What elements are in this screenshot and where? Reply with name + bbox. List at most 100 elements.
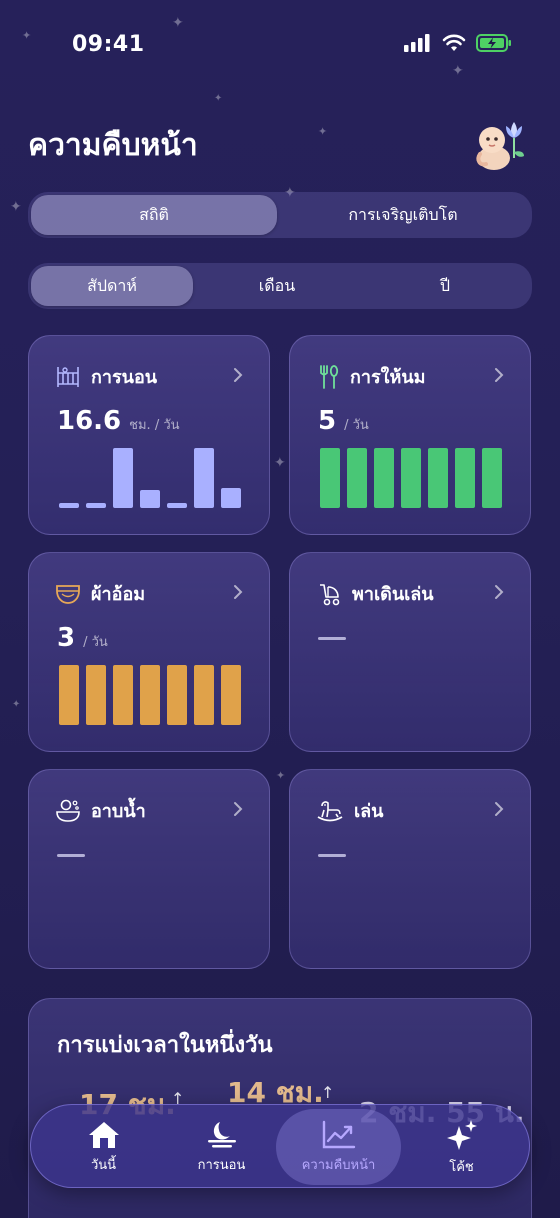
bottom-tab-bar: วันนี้ การนอน ความคืบหน้า โค้ช: [30, 1104, 530, 1188]
bath-card-header: อาบน้ำ: [55, 796, 146, 825]
battery-charging-icon: [476, 34, 511, 52]
chart-bar: [167, 503, 187, 508]
tab-progress[interactable]: ความคืบหน้า: [276, 1109, 401, 1185]
chart-bar: [221, 665, 241, 725]
bath-card[interactable]: อาบน้ำ: [28, 769, 270, 969]
chart-bar: [86, 665, 106, 725]
chart-bar: [401, 448, 421, 508]
diaper-unit: / วัน: [83, 635, 108, 650]
diaper-card-title: ผ้าอ้อม: [91, 584, 146, 605]
tab-coach[interactable]: โค้ช: [399, 1105, 524, 1189]
tab-month[interactable]: เดือน: [193, 266, 361, 306]
chart-bar: [140, 490, 160, 508]
sleep-card-title: การนอน: [91, 367, 158, 388]
chevron-right-icon: [495, 802, 504, 816]
chart-bar: [221, 488, 241, 508]
chart-icon: [322, 1120, 355, 1148]
diaper-card-header: ผ้าอ้อม: [55, 579, 145, 608]
chevron-right-icon: [495, 368, 504, 382]
star-decoration: ✦: [276, 769, 286, 782]
sleep-unit: ชม. / วัน: [129, 418, 180, 433]
chart-bar: [194, 665, 214, 725]
chart-bar: [167, 665, 187, 725]
tab-week[interactable]: สัปดาห์: [31, 266, 193, 306]
play-empty-dash: [318, 854, 346, 857]
fork-spoon-icon: [320, 364, 339, 389]
feeding-value: 5: [318, 406, 337, 436]
chart-bar: [347, 448, 367, 508]
status-time: 09:41: [72, 32, 145, 57]
chart-bar: [113, 665, 133, 725]
chart-bar: [59, 503, 79, 508]
tab-sleep[interactable]: การนอน: [159, 1105, 284, 1189]
baby-avatar-icon: [476, 122, 524, 170]
profile-avatar[interactable]: [470, 114, 530, 174]
chart-bar: [482, 448, 502, 508]
play-card-header: เล่น: [316, 796, 384, 825]
star-decoration: ✦: [12, 699, 21, 710]
signal-icon: [404, 34, 430, 52]
feeding-value-row: 5 / วัน: [318, 406, 369, 436]
star-decoration: ✦: [318, 125, 328, 138]
main-tab-switch: สถิติ การเจริญเติบโต: [28, 192, 532, 238]
feeding-unit: / วัน: [344, 418, 369, 433]
chevron-right-icon: [234, 585, 243, 599]
tab-growth[interactable]: การเจริญเติบโต: [277, 195, 529, 235]
walk-empty-dash: [318, 637, 346, 640]
sleep-value: 16.6: [57, 406, 122, 436]
diaper-value: 3: [57, 623, 76, 653]
chart-bar: [374, 448, 394, 508]
feeding-card-header: การให้นม: [316, 362, 426, 391]
chart-bar: [86, 503, 106, 508]
star-decoration: ✦: [10, 199, 22, 215]
diaper-icon: [56, 584, 80, 604]
sleep-card-header: การนอน: [55, 362, 157, 391]
star-decoration: ✦: [274, 455, 286, 471]
chevron-right-icon: [234, 368, 243, 382]
feeding-card-title: การให้นม: [350, 367, 426, 388]
sleep-card[interactable]: การนอน 16.6 ชม. / วัน: [28, 335, 270, 535]
chart-bar: [59, 665, 79, 725]
star-decoration: ✦: [214, 93, 223, 104]
diaper-value-row: 3 / วัน: [57, 623, 108, 653]
chevron-right-icon: [495, 585, 504, 599]
stroller-icon: [320, 583, 340, 605]
crib-icon: [57, 366, 79, 387]
star-decoration: ✦: [172, 15, 184, 31]
chart-bar: [113, 448, 133, 508]
star-decoration: ✦: [452, 63, 464, 79]
tab-statistics[interactable]: สถิติ: [31, 195, 277, 235]
period-tab-switch: สัปดาห์ เดือน ปี: [28, 263, 532, 309]
sleep-value-row: 16.6 ชม. / วัน: [57, 406, 180, 436]
rocking-horse-icon: [317, 800, 343, 821]
chart-bar: [320, 448, 340, 508]
wifi-icon: [442, 34, 466, 51]
walk-card-title: พาเดินเล่น: [352, 584, 434, 605]
day-breakdown-title: การแบ่งเวลาในหนึ่งวัน: [57, 1033, 273, 1058]
sleep-bar-chart: [59, 448, 241, 508]
sparkles-icon: [446, 1119, 477, 1150]
arrow-up-icon: ↑: [321, 1083, 335, 1102]
feeding-bar-chart: [320, 448, 502, 508]
diaper-bar-chart: [59, 665, 241, 725]
tab-sleep-label: การนอน: [197, 1157, 246, 1173]
play-card[interactable]: เล่น: [289, 769, 531, 969]
play-card-title: เล่น: [354, 801, 384, 822]
feeding-card[interactable]: การให้นม 5 / วัน: [289, 335, 531, 535]
walk-card[interactable]: พาเดินเล่น: [289, 552, 531, 752]
status-bar: 09:41: [0, 30, 560, 64]
chart-bar: [428, 448, 448, 508]
walk-card-header: พาเดินเล่น: [316, 579, 434, 608]
chevron-right-icon: [234, 802, 243, 816]
tab-coach-label: โค้ช: [449, 1159, 474, 1175]
status-icons: [404, 34, 512, 52]
tab-today-label: วันนี้: [90, 1157, 117, 1173]
bath-icon: [56, 799, 80, 822]
page-title: ความคืบหน้า: [28, 128, 198, 163]
tab-year[interactable]: ปี: [361, 266, 529, 306]
chart-bar: [140, 665, 160, 725]
tab-today[interactable]: วันนี้: [41, 1105, 166, 1189]
diaper-card[interactable]: ผ้าอ้อม 3 / วัน: [28, 552, 270, 752]
home-icon: [88, 1121, 119, 1148]
tab-progress-label: ความคืบหน้า: [301, 1157, 376, 1173]
